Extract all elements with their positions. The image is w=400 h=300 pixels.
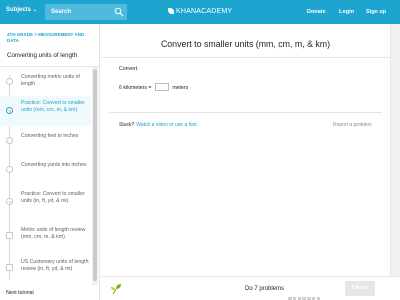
progress-dot: [297, 296, 302, 300]
breadcrumb[interactable]: 4TH GRADE > MEASUREMENT AND DATA: [7, 32, 97, 44]
answer-input[interactable]: [154, 83, 169, 91]
donate-link[interactable]: Donate: [307, 9, 326, 15]
instruction-text: Convert.: [119, 66, 139, 72]
leaf-icon: [168, 8, 174, 14]
stuck-row: Stuck? Watch a video or use a hint.: [119, 122, 198, 128]
divider: [101, 57, 390, 58]
progress-dot: [288, 296, 292, 300]
divider: [109, 112, 382, 113]
tutorial-list: Converting metric units of length Practi…: [0, 66, 99, 285]
sidebar-scroll-thumb[interactable]: [93, 69, 97, 281]
video-node-icon: [6, 166, 13, 173]
report-problem-link[interactable]: Report a problem: [333, 122, 372, 128]
progress-text: Do 7 problems: [245, 286, 285, 292]
question-text: 6 kilometers =: [119, 85, 152, 91]
next-tutorial-link[interactable]: Next tutorial: [6, 290, 34, 296]
question-unit: meters: [172, 85, 189, 91]
list-item-label: Converting yards into inches: [21, 162, 87, 168]
exercise-panel: Convert to smaller units (mm, cm, m, & k…: [101, 24, 400, 300]
main-scrollbar[interactable]: [390, 24, 400, 300]
list-item-label: Practice: Convert to smaller units (mm, …: [21, 100, 85, 113]
progress-dot: [316, 296, 321, 300]
progress-dot: [292, 296, 297, 300]
list-item-label: Converting metric units of length: [21, 74, 80, 87]
subjects-menu-button[interactable]: Subjects ⌄: [6, 7, 37, 13]
progress-dot: [311, 296, 316, 300]
list-item-label: Practice: Convert to smaller units (in, …: [21, 191, 85, 204]
list-item-label: Converting feet to inches: [21, 133, 79, 139]
progress-dot: [302, 296, 306, 300]
video-node-icon: [6, 78, 13, 85]
list-item[interactable]: Converting yards into inches: [0, 156, 91, 182]
article-node-icon: [6, 264, 13, 271]
login-link[interactable]: Login: [339, 9, 354, 15]
chevron-down-icon: ⌄: [33, 7, 38, 13]
unit-title: Converting units of length: [7, 52, 78, 59]
problem-progress-dots: [288, 287, 322, 300]
sprout-icon: [111, 284, 121, 295]
list-item-label: Metric units of length review (mm, cm, m…: [21, 227, 86, 240]
list-item[interactable]: US Customary units of length review (in,…: [0, 254, 91, 284]
stuck-label: Stuck?: [119, 122, 135, 128]
exercise-title: Convert to smaller units (mm, cm, m, & k…: [160, 39, 331, 49]
list-item-label: US Customary units of length review (in,…: [21, 259, 89, 272]
list-item[interactable]: Practice: Convert to smaller units (in, …: [0, 185, 91, 219]
search-icon[interactable]: [114, 7, 124, 17]
list-item[interactable]: Converting feet to inches: [0, 127, 91, 153]
video-node-icon: [6, 137, 13, 144]
list-item[interactable]: Converting metric units of length: [0, 69, 91, 95]
search-placeholder: Search: [51, 9, 72, 15]
progress-dot: [307, 296, 311, 300]
exercise-node-icon: [6, 198, 13, 205]
hint-link[interactable]: Watch a video or use a hint.: [136, 122, 198, 128]
khan-academy-logo[interactable]: KHANACADEMY: [168, 8, 232, 15]
list-item[interactable]: Metric units of length review (mm, cm, m…: [0, 221, 91, 255]
top-navigation-bar: Subjects ⌄ Search KHANACADEMY Donate Logi…: [0, 0, 400, 24]
logo-text: KHANACADEMY: [176, 8, 233, 15]
subjects-label: Subjects: [6, 7, 32, 13]
exercise-node-icon: [6, 107, 13, 114]
signup-link[interactable]: Sign up: [366, 9, 386, 15]
tutorial-sidebar: 4TH GRADE > MEASUREMENT AND DATA Convert…: [0, 24, 100, 300]
article-node-icon: [6, 232, 13, 239]
check-button[interactable]: Check: [345, 281, 375, 296]
exercise-footer: Do 7 problems Check: [101, 276, 400, 300]
list-item-active[interactable]: Practice: Convert to smaller units (mm, …: [0, 96, 91, 126]
question-row: 6 kilometers = meters: [119, 83, 188, 91]
search-input[interactable]: Search: [45, 4, 127, 20]
